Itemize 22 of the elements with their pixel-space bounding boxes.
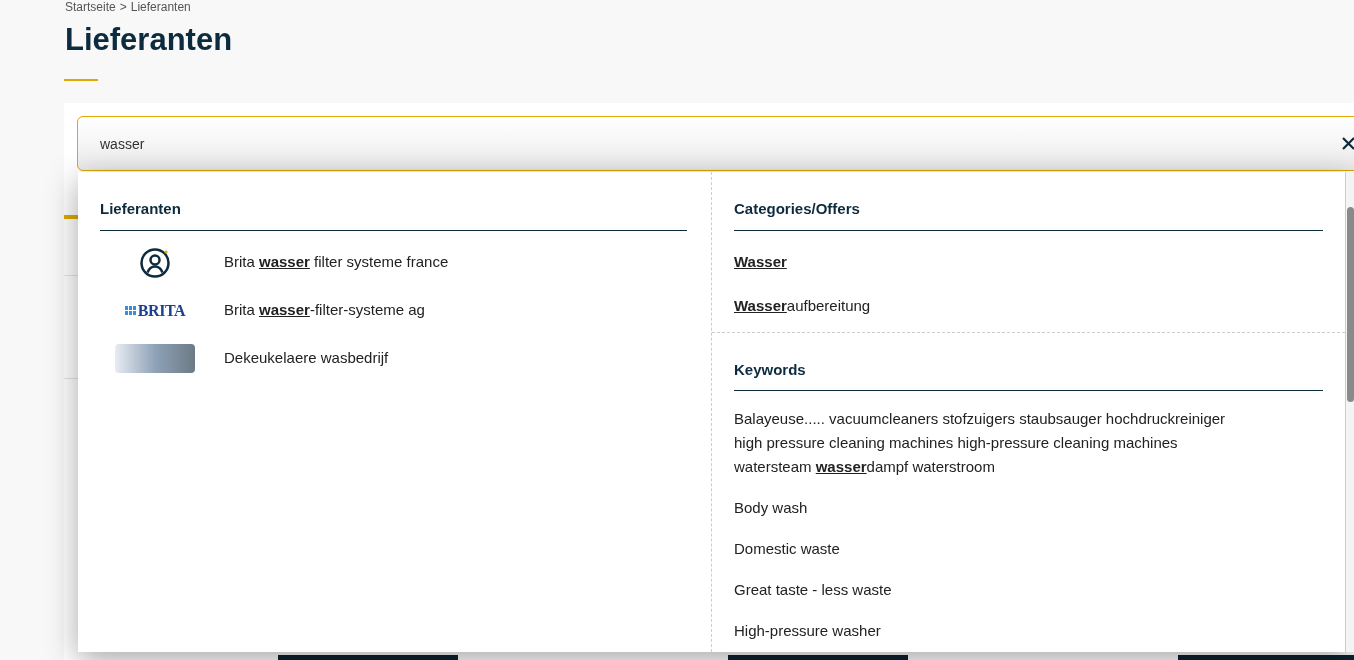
scrollbar[interactable] — [1345, 172, 1354, 652]
supplier-link[interactable]: Brita wasser filter systeme france — [224, 251, 449, 274]
section-heading: Keywords — [734, 358, 1323, 391]
supplier-link[interactable]: Dekeukelaere wasbedrijf — [224, 347, 389, 370]
brand-logo: BRITA — [124, 302, 186, 319]
category-link[interactable]: Wasseraufbereitung — [734, 295, 1323, 318]
category-link[interactable]: Wasser — [734, 250, 1323, 273]
supplier-link[interactable]: Brita wasser-filter-systeme ag — [224, 299, 425, 322]
close-icon[interactable] — [1342, 137, 1354, 150]
breadcrumb-separator: > — [119, 1, 127, 13]
keyword-link[interactable]: Balayeuse..... vacuumcleaners stofzuigers staubsauger hochdruckreiniger high pressure cleaning machines high-pressure cleaning machines watersteam wasserdampf waterstroom — [734, 407, 1254, 479]
section-heading: Lieferanten — [100, 198, 687, 231]
user-circle-icon — [139, 246, 171, 279]
keyword-link[interactable]: High-pressure washer — [734, 619, 1254, 643]
keyword-link[interactable]: Body wash — [734, 496, 1254, 520]
breadcrumb-link[interactable]: Startseite — [65, 1, 116, 13]
section-heading: Categories/Offers — [734, 198, 1323, 231]
keyword-link[interactable]: Domestic waste — [734, 537, 1254, 561]
breadcrumb-current: Lieferanten — [130, 1, 191, 13]
search-field[interactable]: wasser — [77, 116, 1354, 171]
keyword-link[interactable]: Great taste - less waste — [734, 578, 1254, 602]
page-title: Lieferanten — [65, 22, 233, 58]
